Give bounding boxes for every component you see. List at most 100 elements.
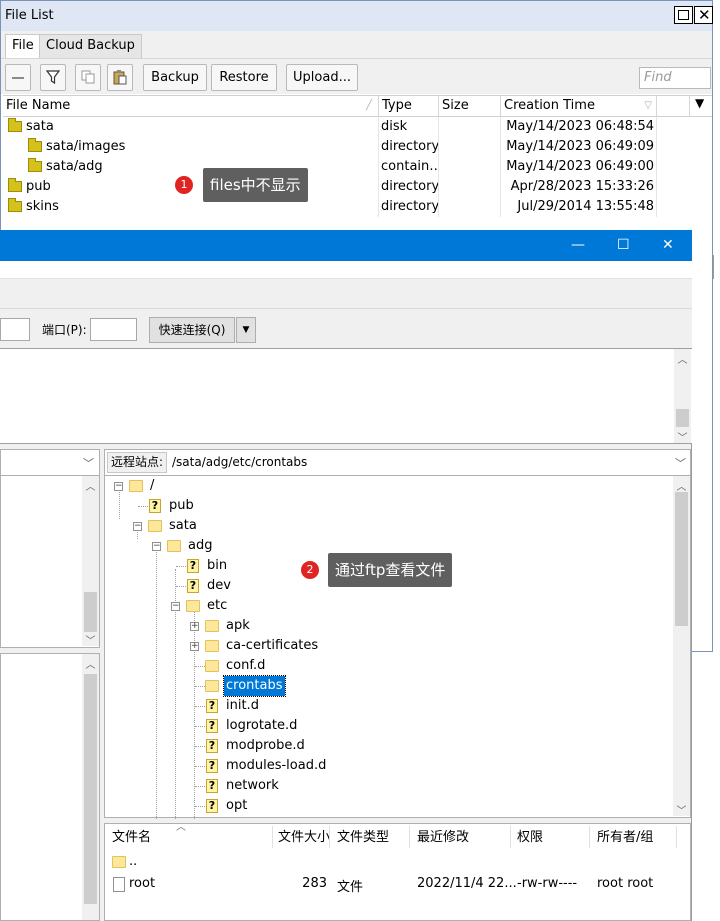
local-tree-scrollbar[interactable]: ︿ ﹀ <box>82 476 99 647</box>
column-modified[interactable]: 最近修改 <box>417 828 469 848</box>
file-size <box>439 137 501 157</box>
scroll-up-icon[interactable]: ︿ <box>673 478 690 493</box>
collapse-icon[interactable]: − <box>133 522 142 531</box>
scroll-thumb[interactable] <box>676 409 689 427</box>
columns-menu-icon[interactable]: ▼ <box>695 96 704 110</box>
tree-line <box>176 566 186 567</box>
log-scrollbar[interactable]: ︿ ﹀ <box>674 349 691 444</box>
column-filename[interactable]: 文件名 <box>112 828 151 848</box>
collapse-icon[interactable]: − <box>114 482 123 491</box>
scroll-up-icon[interactable]: ︿ <box>82 478 99 493</box>
tree-node-network[interactable]: ? network <box>105 776 670 796</box>
tree-node-modprobe-d[interactable]: ? modprobe.d <box>105 736 670 756</box>
scroll-down-icon[interactable]: ﹀ <box>674 429 691 444</box>
file-type: directory <box>381 197 439 217</box>
tree-node-opt[interactable]: ? opt <box>105 796 670 816</box>
quickconnect-button[interactable]: 快速连接(Q) <box>149 317 235 343</box>
scroll-down-icon[interactable]: ﹀ <box>82 632 99 647</box>
window-title: File List <box>5 8 54 23</box>
upload-button[interactable]: Upload... <box>286 64 358 91</box>
tree-node-etc[interactable]: − etc <box>105 596 670 616</box>
folder-icon <box>205 660 219 672</box>
quickconnect-dropdown[interactable]: ▼ <box>236 317 256 343</box>
column-separator <box>676 826 677 848</box>
scroll-thumb[interactable] <box>675 492 688 626</box>
expand-icon[interactable]: + <box>190 642 199 651</box>
table-row[interactable]: skins directory Jul/29/2014 13:55:48 <box>3 197 712 217</box>
column-file-name[interactable]: File Name ╱ <box>3 96 379 117</box>
tree-node-label: sata <box>169 518 197 533</box>
quickconnect-bar: 端口(P): 快速连接(Q) ▼ <box>0 308 692 348</box>
remote-site-pane: 远程站点: /sata/adg/etc/crontabs ﹀ − /? pub − sa… <box>104 449 691 921</box>
column-size[interactable]: Size <box>439 96 501 117</box>
tree-node-modules-load-d[interactable]: ? modules-load.d <box>105 756 670 776</box>
local-list-scrollbar[interactable]: ︿ <box>82 654 99 920</box>
copy-button[interactable] <box>75 64 101 91</box>
scroll-thumb[interactable] <box>84 674 97 904</box>
column-separator <box>589 826 590 848</box>
tree-node-label: ca-certificates <box>226 638 319 653</box>
minimize-icon[interactable]: — <box>571 237 585 253</box>
scroll-down-icon[interactable]: ﹀ <box>673 802 690 817</box>
file-toolbar: Backup Restore Upload... Find <box>1 58 712 94</box>
column-creation-time[interactable]: Creation Time ▽ <box>501 96 657 117</box>
chevron-down-icon[interactable]: ﹀ <box>675 455 686 471</box>
tree-node-sata[interactable]: − sata <box>105 516 670 536</box>
tree-node-crontabs[interactable]: crontabs <box>105 675 670 697</box>
tab-cloud-backup[interactable]: Cloud Backup <box>39 34 142 58</box>
close-button[interactable]: ✕ <box>694 6 713 24</box>
table-row[interactable]: sata/images directory May/14/2023 06:49:… <box>3 137 712 157</box>
maximize-button[interactable] <box>674 6 693 24</box>
folder-icon <box>8 178 22 192</box>
list-item[interactable]: .. <box>105 852 675 874</box>
find-input[interactable]: Find <box>639 67 711 89</box>
table-row[interactable]: sata/adg contain… May/14/2023 06:49:00 <box>3 157 712 177</box>
maximize-icon[interactable]: ☐ <box>617 237 630 253</box>
paste-button[interactable] <box>107 64 133 91</box>
tree-node-ca-certificates[interactable]: + ca-certificates <box>105 636 670 656</box>
column-owner[interactable]: 所有者/组 <box>597 828 653 848</box>
tab-file[interactable]: File <box>5 34 41 58</box>
backup-button[interactable]: Backup <box>143 64 207 91</box>
table-row[interactable]: sata disk May/14/2023 06:48:54 <box>3 117 712 137</box>
remote-site-bar: 远程站点: /sata/adg/etc/crontabs ﹀ <box>104 449 691 476</box>
column-label: File Name <box>6 98 71 113</box>
folder-icon <box>112 856 126 868</box>
folder-icon <box>8 118 22 132</box>
ftp-titlebar: — ☐ ✕ <box>0 230 692 261</box>
remote-path-input[interactable]: /sata/adg/etc/crontabs <box>172 455 307 469</box>
file-type: disk <box>381 117 439 137</box>
scroll-thumb[interactable] <box>84 592 97 632</box>
remote-tree-scrollbar[interactable]: ︿ ﹀ <box>673 476 690 817</box>
tree-node-root[interactable]: − / <box>105 476 670 496</box>
copy-icon <box>81 70 95 84</box>
collapse-icon[interactable]: − <box>171 602 180 611</box>
scroll-up-icon[interactable]: ︿ <box>82 656 99 671</box>
port-input[interactable] <box>90 318 137 341</box>
window-edge <box>713 255 720 279</box>
expand-icon[interactable]: + <box>190 622 199 631</box>
column-filetype[interactable]: 文件类型 <box>337 828 389 848</box>
paste-icon <box>113 70 127 85</box>
tree-node-logrotate-d[interactable]: ? logrotate.d <box>105 716 670 736</box>
tree-node-pub[interactable]: ? pub <box>105 496 670 516</box>
close-icon[interactable]: ✕ <box>662 237 674 253</box>
column-permissions[interactable]: 权限 <box>517 828 543 848</box>
column-type[interactable]: Type <box>379 96 439 117</box>
local-path-input[interactable]: ﹀ <box>0 449 100 476</box>
password-input[interactable] <box>0 318 30 341</box>
creation-time: Jul/29/2014 13:55:48 <box>501 197 657 217</box>
folder-icon <box>28 158 42 172</box>
tree-node-label: apk <box>226 618 250 633</box>
tree-node-apk[interactable]: + apk <box>105 616 670 636</box>
list-item[interactable]: root 283 文件 2022/11/4 22... -rw-rw---- r… <box>105 874 675 896</box>
scroll-up-icon[interactable]: ︿ <box>674 351 691 366</box>
tree-node-conf-d[interactable]: conf.d <box>105 656 670 676</box>
remove-button[interactable] <box>5 64 31 91</box>
filter-button[interactable] <box>40 64 66 91</box>
restore-button[interactable]: Restore <box>211 64 277 91</box>
tree-node-init-d[interactable]: ? init.d <box>105 696 670 716</box>
collapse-icon[interactable]: − <box>152 542 161 551</box>
table-row[interactable]: pub directory Apr/28/2023 15:33:26 <box>3 177 712 197</box>
column-filesize[interactable]: 文件大小 <box>278 828 330 848</box>
